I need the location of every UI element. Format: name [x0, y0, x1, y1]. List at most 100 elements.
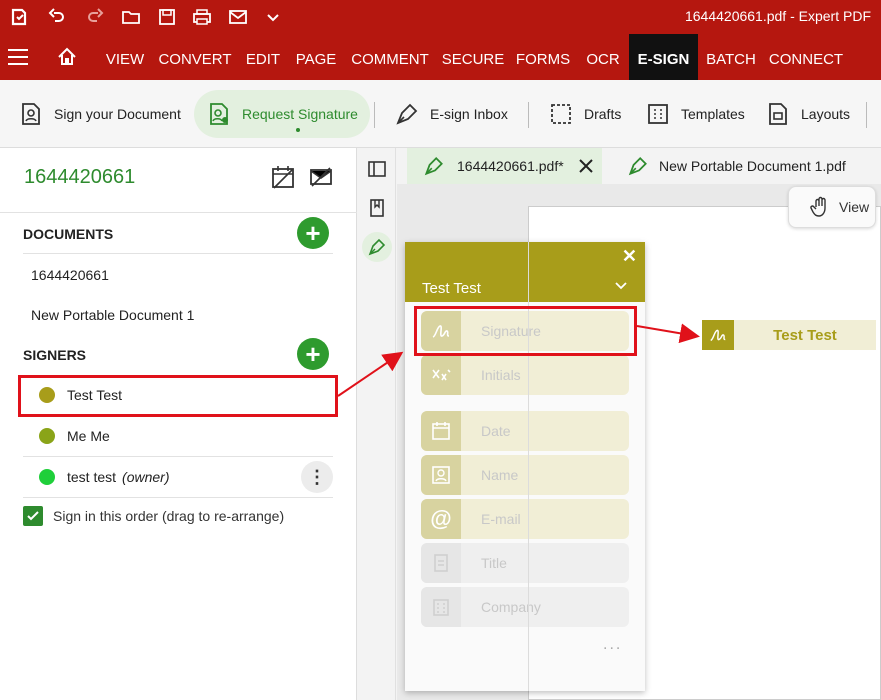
- pen-nib-icon: [396, 103, 418, 125]
- field-label: Initials: [481, 367, 521, 383]
- document-title: 1644420661: [24, 166, 136, 188]
- layouts-button[interactable]: Layouts: [765, 90, 850, 138]
- menu-edit[interactable]: EDIT: [240, 34, 286, 80]
- sign-order-checkbox[interactable]: [23, 506, 43, 526]
- hamburger-menu-icon[interactable]: [8, 49, 28, 65]
- window-title: 1644420661.pdf - Expert PDF: [684, 8, 871, 24]
- vertical-tool-strip: [358, 148, 396, 700]
- signer-row[interactable]: Me Me: [23, 416, 333, 456]
- signer-color-dot: [39, 469, 55, 485]
- name-field-button[interactable]: Name: [421, 455, 629, 495]
- menu-connect[interactable]: CONNECT: [766, 34, 846, 80]
- row-divider: [23, 253, 333, 254]
- e-sign-inbox-label: E-sign Inbox: [430, 106, 508, 122]
- redo-icon[interactable]: [80, 0, 110, 34]
- sign-order-option[interactable]: Sign in this order (drag to re-arrange): [23, 506, 284, 526]
- e-sign-inbox-button[interactable]: E-sign Inbox: [394, 90, 508, 138]
- view-mode-button[interactable]: View: [788, 186, 876, 228]
- sign-document-label: Sign your Document: [54, 106, 181, 122]
- templates-button[interactable]: Templates: [645, 90, 745, 138]
- email-cancel-icon[interactable]: [308, 164, 334, 190]
- chevron-down-icon[interactable]: [258, 0, 288, 34]
- undo-icon[interactable]: [42, 0, 72, 34]
- close-tab-icon[interactable]: [578, 158, 594, 174]
- tab-label: New Portable Document 1.pdf: [659, 158, 846, 174]
- menu-view[interactable]: VIEW: [100, 34, 150, 80]
- panel-divider: [0, 212, 357, 213]
- ribbon-divider: [374, 102, 375, 128]
- signer-row[interactable]: test test (owner) ⋮: [23, 457, 333, 497]
- menu-forms[interactable]: FORMS: [512, 34, 574, 80]
- document-tab-bar: 1644420661.pdf* New Portable Document 1.…: [397, 148, 881, 184]
- document-list-item[interactable]: 1644420661: [31, 267, 109, 283]
- title-field-button[interactable]: Title: [421, 543, 629, 583]
- sidebar-toggle-icon[interactable]: [362, 154, 392, 184]
- title-icon: [421, 543, 461, 583]
- signers-heading: SIGNERS: [23, 347, 87, 363]
- chevron-down-icon[interactable]: [615, 280, 627, 292]
- tab-new-portable-document-1[interactable]: New Portable Document 1.pdf: [611, 148, 881, 184]
- menu-e-sign[interactable]: E-SIGN: [629, 34, 698, 80]
- active-indicator: [296, 128, 300, 132]
- date-field-button[interactable]: Date: [421, 411, 629, 451]
- add-document-button[interactable]: +: [297, 217, 329, 249]
- menu-page[interactable]: PAGE: [292, 34, 340, 80]
- drafts-label: Drafts: [584, 106, 622, 122]
- menu-convert[interactable]: CONVERT: [156, 34, 234, 80]
- more-options-button[interactable]: ⋮: [301, 461, 333, 493]
- bookmark-icon[interactable]: [362, 193, 392, 223]
- save-icon[interactable]: [152, 0, 182, 34]
- close-icon[interactable]: ✕: [622, 246, 637, 267]
- calendar-icon: [421, 411, 461, 451]
- calendar-cancel-icon[interactable]: [270, 164, 296, 190]
- signer-color-dot: [39, 428, 55, 444]
- open-folder-icon[interactable]: [116, 0, 146, 34]
- popup-signer-name: Test Test: [422, 280, 481, 297]
- print-icon[interactable]: [187, 0, 217, 34]
- placed-signature-label: Test Test: [773, 326, 837, 344]
- row-divider: [23, 497, 333, 498]
- building-icon: [421, 587, 461, 627]
- menu-comment[interactable]: COMMENT: [346, 34, 434, 80]
- ribbon-divider: [528, 102, 529, 128]
- view-mode-label: View: [839, 199, 870, 215]
- menu-ocr[interactable]: OCR: [580, 34, 626, 80]
- menu-bar: VIEW CONVERT EDIT PAGE COMMENT SECURE FO…: [0, 34, 881, 80]
- signer-name: Me Me: [67, 428, 110, 444]
- title-bar: 1644420661.pdf - Expert PDF: [0, 0, 881, 34]
- annotation-highlight-signer: [18, 375, 338, 417]
- tab-label: 1644420661.pdf*: [457, 158, 564, 174]
- document-list-item[interactable]: New Portable Document 1: [31, 307, 194, 323]
- app-logo-icon[interactable]: [4, 0, 34, 34]
- field-label: Title: [481, 555, 507, 571]
- initials-icon: [421, 355, 461, 395]
- signer-name: test test: [67, 469, 117, 485]
- menu-secure[interactable]: SECURE: [440, 34, 506, 80]
- add-signer-button[interactable]: +: [297, 338, 329, 370]
- initials-field-button[interactable]: Initials: [421, 355, 629, 395]
- e-sign-pen-icon[interactable]: [362, 232, 392, 262]
- menu-batch[interactable]: BATCH: [701, 34, 761, 80]
- name-card-icon: [421, 455, 461, 495]
- e-sign-side-panel: 1644420661 DOCUMENTS + 1644420661 New Po…: [0, 148, 357, 700]
- signer-role: (owner): [122, 469, 170, 485]
- request-signature-icon: [210, 103, 228, 125]
- request-signature-button[interactable]: Request Signature: [194, 90, 370, 138]
- sign-document-icon: [22, 103, 40, 125]
- popup-header: ✕ Test Test: [405, 242, 645, 302]
- e-sign-pen-icon: [424, 157, 443, 176]
- company-field-button[interactable]: Company: [421, 587, 629, 627]
- templates-label: Templates: [681, 106, 745, 122]
- email-icon[interactable]: [223, 0, 253, 34]
- email-field-button[interactable]: @ E-mail: [421, 499, 629, 539]
- drafts-button[interactable]: Drafts: [548, 90, 621, 138]
- at-sign-icon: @: [421, 499, 461, 539]
- home-icon[interactable]: [56, 46, 78, 68]
- placed-signature-field[interactable]: Test Test: [702, 320, 876, 350]
- sign-document-button[interactable]: Sign your Document: [18, 90, 181, 138]
- tab-1644420661[interactable]: 1644420661.pdf*: [407, 148, 602, 184]
- field-label: Company: [481, 599, 541, 615]
- more-fields-icon[interactable]: ...: [603, 636, 622, 654]
- field-label: E-mail: [481, 511, 521, 527]
- e-sign-pen-icon: [628, 157, 647, 176]
